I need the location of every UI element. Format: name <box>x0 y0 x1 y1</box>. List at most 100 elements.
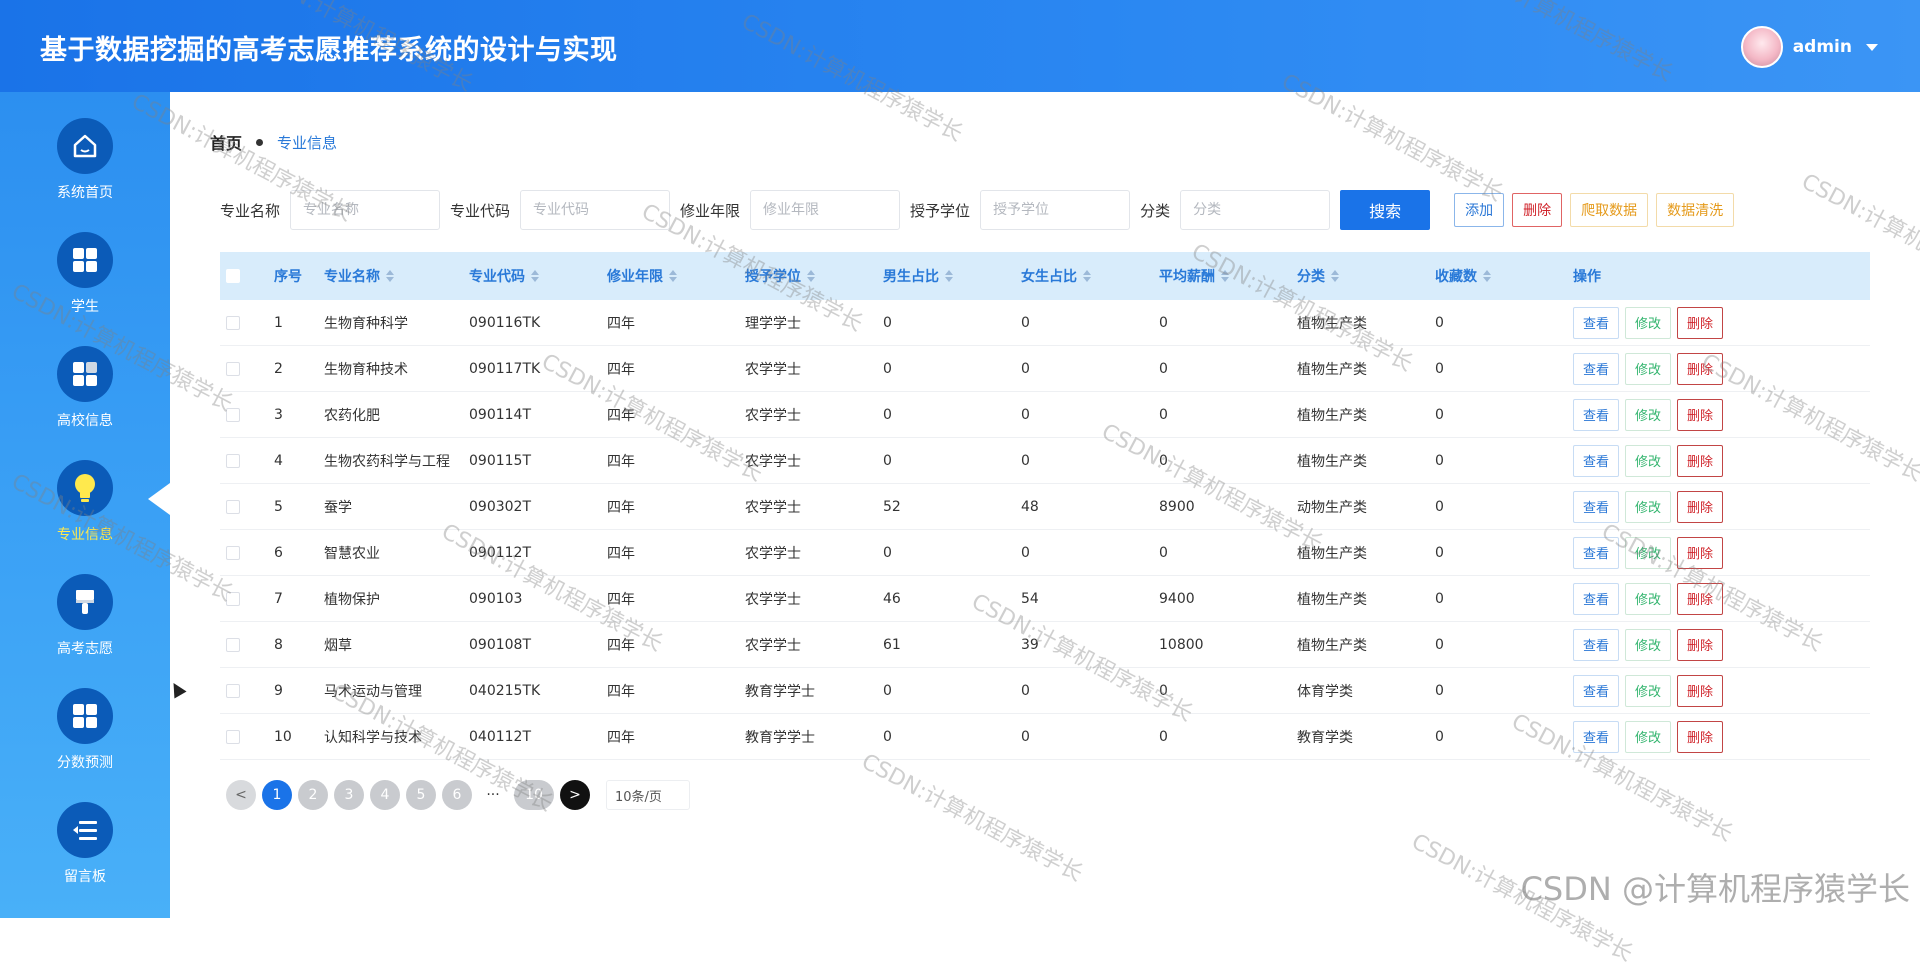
edit-button[interactable]: 修改 <box>1625 353 1671 385</box>
row-checkbox[interactable] <box>226 592 240 606</box>
row-checkbox[interactable] <box>226 408 240 422</box>
delete-row-button[interactable]: 删除 <box>1677 537 1723 569</box>
sort-icon[interactable] <box>669 270 677 282</box>
col-category[interactable]: 分类 <box>1297 266 1435 286</box>
page-5[interactable]: 5 <box>406 780 436 810</box>
sidebar-item-home[interactable]: 系统首页 <box>0 118 170 228</box>
view-button[interactable]: 查看 <box>1573 353 1619 385</box>
page-2[interactable]: 2 <box>298 780 328 810</box>
page-4[interactable]: 4 <box>370 780 400 810</box>
table-row: 6智慧农业090112T四年农学学士000植物生产类0查看修改删除 <box>220 530 1870 576</box>
delete-row-button[interactable]: 删除 <box>1677 629 1723 661</box>
delete-row-button[interactable]: 删除 <box>1677 399 1723 431</box>
sidebar-item-colleges[interactable]: 高校信息 <box>0 346 170 456</box>
sort-icon[interactable] <box>531 270 539 282</box>
clean-data-button[interactable]: 数据清洗 <box>1656 193 1734 227</box>
major-code-input[interactable] <box>520 190 670 230</box>
sort-icon[interactable] <box>386 270 394 282</box>
view-button[interactable]: 查看 <box>1573 307 1619 339</box>
sidebar-item-applications[interactable]: 高考志愿 <box>0 574 170 684</box>
col-years[interactable]: 修业年限 <box>607 266 745 286</box>
edit-button[interactable]: 修改 <box>1625 583 1671 615</box>
row-checkbox[interactable] <box>226 316 240 330</box>
edit-button[interactable]: 修改 <box>1625 629 1671 661</box>
cell-category: 动物生产类 <box>1297 497 1435 517</box>
page-last[interactable]: 10 <box>514 780 554 810</box>
delete-row-button[interactable]: 删除 <box>1677 491 1723 523</box>
search-button[interactable]: 搜索 <box>1340 190 1430 230</box>
row-checkbox[interactable] <box>226 500 240 514</box>
view-button[interactable]: 查看 <box>1573 445 1619 477</box>
delete-row-button[interactable]: 删除 <box>1677 675 1723 707</box>
chevron-down-icon[interactable] <box>1866 44 1878 51</box>
username[interactable]: admin <box>1793 37 1852 57</box>
row-checkbox[interactable] <box>226 638 240 652</box>
sidebar-item-message-board[interactable]: 留言板 <box>0 802 170 912</box>
row-checkbox[interactable] <box>226 730 240 744</box>
edit-button[interactable]: 修改 <box>1625 537 1671 569</box>
major-name-input[interactable] <box>290 190 440 230</box>
delete-row-button[interactable]: 删除 <box>1677 353 1723 385</box>
edit-button[interactable]: 修改 <box>1625 491 1671 523</box>
sort-icon[interactable] <box>1331 270 1339 282</box>
col-degree[interactable]: 授予学位 <box>745 266 883 286</box>
next-page-button[interactable]: > <box>560 780 590 810</box>
col-name[interactable]: 专业名称 <box>324 266 469 286</box>
col-female[interactable]: 女生占比 <box>1021 266 1159 286</box>
col-code[interactable]: 专业代码 <box>469 266 607 286</box>
delete-row-button[interactable]: 删除 <box>1677 721 1723 753</box>
study-years-input[interactable] <box>750 190 900 230</box>
col-favorites[interactable]: 收藏数 <box>1435 266 1573 286</box>
breadcrumb-home[interactable]: 首页 <box>210 130 242 154</box>
select-all-checkbox[interactable] <box>226 269 240 283</box>
row-checkbox[interactable] <box>226 454 240 468</box>
edit-button[interactable]: 修改 <box>1625 307 1671 339</box>
sort-icon[interactable] <box>1083 270 1091 282</box>
edit-button[interactable]: 修改 <box>1625 399 1671 431</box>
view-button[interactable]: 查看 <box>1573 721 1619 753</box>
cell-favorites: 0 <box>1435 407 1573 423</box>
sidebar-item-students[interactable]: 学生 <box>0 232 170 342</box>
view-button[interactable]: 查看 <box>1573 537 1619 569</box>
view-button[interactable]: 查看 <box>1573 583 1619 615</box>
sidebar-item-score-prediction[interactable]: 分数预测 <box>0 688 170 798</box>
sort-icon[interactable] <box>807 270 815 282</box>
view-button[interactable]: 查看 <box>1573 675 1619 707</box>
page-3[interactable]: 3 <box>334 780 364 810</box>
degree-input[interactable] <box>980 190 1130 230</box>
cell-male-ratio: 0 <box>883 315 1021 331</box>
crawl-data-button[interactable]: 爬取数据 <box>1570 193 1648 227</box>
col-male[interactable]: 男生占比 <box>883 266 1021 286</box>
edit-button[interactable]: 修改 <box>1625 721 1671 753</box>
delete-row-button[interactable]: 删除 <box>1677 445 1723 477</box>
row-checkbox[interactable] <box>226 362 240 376</box>
pagination-ellipsis[interactable]: ··· <box>478 787 508 803</box>
row-checkbox[interactable] <box>226 684 240 698</box>
sidebar-item-majors[interactable]: 专业信息 <box>0 460 170 570</box>
prev-page-button[interactable]: < <box>226 780 256 810</box>
view-button[interactable]: 查看 <box>1573 399 1619 431</box>
delete-row-button[interactable]: 删除 <box>1677 307 1723 339</box>
sort-icon[interactable] <box>945 270 953 282</box>
row-checkbox[interactable] <box>226 546 240 560</box>
edit-button[interactable]: 修改 <box>1625 675 1671 707</box>
add-button[interactable]: 添加 <box>1454 193 1504 227</box>
avatar[interactable] <box>1741 26 1783 68</box>
edit-button[interactable]: 修改 <box>1625 445 1671 477</box>
cell-salary: 9400 <box>1159 591 1297 607</box>
user-menu[interactable]: admin <box>1741 26 1878 68</box>
col-salary[interactable]: 平均薪酬 <box>1159 266 1297 286</box>
page-6[interactable]: 6 <box>442 780 472 810</box>
sort-icon[interactable] <box>1483 270 1491 282</box>
page-size-select[interactable]: 10条/页 <box>606 780 690 810</box>
page-1[interactable]: 1 <box>262 780 292 810</box>
category-input[interactable] <box>1180 190 1330 230</box>
cell-degree: 农学学士 <box>745 543 883 563</box>
view-button[interactable]: 查看 <box>1573 629 1619 661</box>
sort-icon[interactable] <box>1221 270 1229 282</box>
delete-row-button[interactable]: 删除 <box>1677 583 1723 615</box>
cell-favorites: 0 <box>1435 361 1573 377</box>
delete-button[interactable]: 删除 <box>1512 193 1562 227</box>
view-button[interactable]: 查看 <box>1573 491 1619 523</box>
table-row: 8烟草090108T四年农学学士613910800植物生产类0查看修改删除 <box>220 622 1870 668</box>
